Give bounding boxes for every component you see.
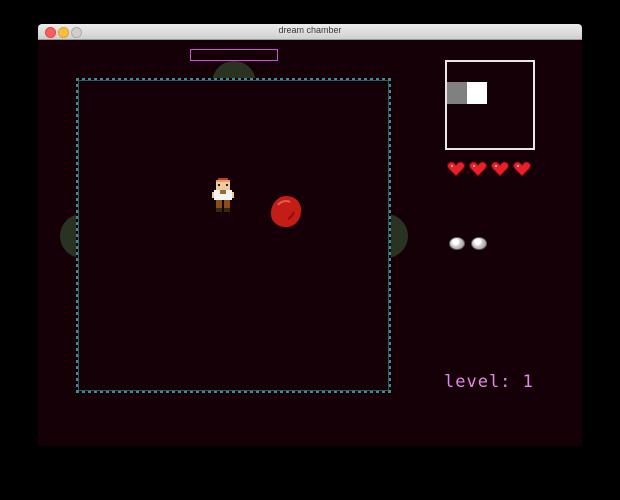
player-sprite [212,178,234,212]
heart-icon [491,161,509,177]
orb-icon [471,237,487,250]
level-indicator: level: 1 [444,372,534,392]
orb-icon [449,237,465,250]
heart-icon [513,161,531,177]
title-bar: dream chamber [38,24,582,40]
game-window: dream chamber level: 1 [38,24,582,446]
minimap-current-room [467,82,487,104]
window-title: dream chamber [278,25,342,35]
health-hearts [447,161,531,177]
red-blob-enemy [270,196,302,228]
minimap [445,60,535,150]
heart-icon [447,161,465,177]
game-stage[interactable]: level: 1 [38,40,582,446]
heart-icon [469,161,487,177]
dream-room [76,78,391,393]
minimap-explored-room [447,82,467,104]
room-progress-bar [190,49,278,61]
collected-orbs [449,237,487,250]
